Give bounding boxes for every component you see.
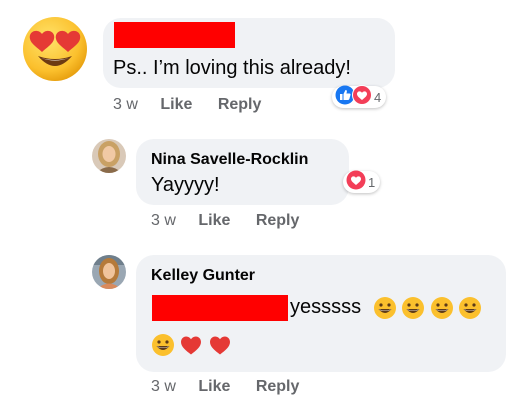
like-link[interactable]: Like (160, 96, 192, 113)
grinning-face-emoji-icon (430, 296, 454, 320)
heart-eyes-emoji-avatar[interactable] (20, 14, 90, 84)
reply-link[interactable]: Reply (256, 378, 300, 395)
grinning-face-emoji-icon (458, 296, 482, 320)
redacted-author-name (114, 22, 235, 48)
reply-link[interactable]: Reply (218, 96, 262, 113)
grinning-face-emoji-icon (151, 333, 175, 357)
reply-link[interactable]: Reply (256, 212, 300, 229)
like-link[interactable]: Like (198, 378, 230, 395)
love-reaction-icon (346, 170, 366, 195)
avatar[interactable] (92, 255, 126, 289)
avatar[interactable] (92, 139, 126, 173)
comment-text: Ps.. I’m loving this already! (113, 57, 351, 79)
reaction-count: 1 (368, 174, 376, 190)
timestamp: 3 w (151, 378, 176, 395)
emoji-row-2 (151, 333, 232, 357)
comment-meta: 3 w Like Reply (151, 378, 299, 396)
author-name[interactable]: Nina Savelle-Rocklin (151, 151, 308, 169)
comment-meta: 3 w Like Reply (151, 212, 299, 230)
red-heart-emoji-icon (179, 333, 203, 357)
comment-text: yesssss (290, 296, 362, 318)
reaction-summary[interactable]: 4 (332, 84, 387, 110)
author-name[interactable]: Kelley Gunter (151, 267, 255, 285)
redacted-mention (152, 295, 288, 321)
timestamp: 3 w (113, 96, 138, 113)
comment-text: Yayyyy! (151, 174, 220, 196)
love-reaction-icon (352, 84, 372, 110)
emoji-row-1 (373, 296, 482, 322)
grinning-face-emoji-icon (401, 296, 425, 320)
like-link[interactable]: Like (198, 212, 230, 229)
grinning-face-emoji-icon (373, 296, 397, 320)
comment-meta: 3 w Like Reply (113, 96, 261, 114)
timestamp: 3 w (151, 212, 176, 229)
reaction-summary[interactable]: 1 (343, 170, 381, 195)
red-heart-emoji-icon (208, 333, 232, 357)
reaction-count: 4 (374, 89, 382, 105)
